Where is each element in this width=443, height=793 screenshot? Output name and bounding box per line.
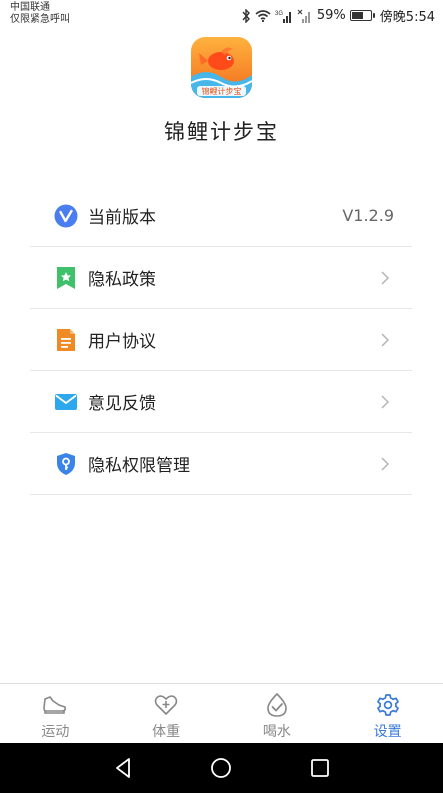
menu-item-label: 隐私权限管理 (88, 456, 190, 476)
shoe-icon (43, 696, 67, 714)
battery-icon (349, 10, 375, 21)
home-icon[interactable] (210, 757, 232, 779)
mail-icon (55, 394, 77, 410)
chevron-right-icon (381, 333, 390, 347)
heart-plus-icon (154, 695, 178, 715)
menu-item-version[interactable]: 当前版本 V1.2.9 (30, 185, 412, 247)
signal-3g-icon: 3G (275, 11, 291, 23)
shield-key-icon (57, 453, 75, 475)
status-icons: 3G 59% 傍晚5:54 (241, 6, 435, 25)
tab-label: 喝水 (262, 724, 291, 740)
tab-label: 运动 (41, 724, 70, 740)
privacy-policy-icon (57, 267, 75, 289)
version-value: V1.2.9 (342, 206, 394, 225)
chevron-right-icon (381, 271, 390, 285)
version-v-icon (54, 204, 78, 228)
gear-icon (376, 694, 399, 716)
document-icon (57, 329, 75, 351)
menu-item-user-agreement[interactable]: 用户协议 (30, 309, 412, 371)
network-badge: 3G (275, 11, 283, 17)
logo-text: 锦鲤计步宝 (202, 86, 242, 96)
tab-label: 体重 (152, 724, 181, 740)
emergency-only-text: 仅限紧急呼叫 (10, 14, 70, 25)
tab-drink-water[interactable]: 喝水 (222, 684, 333, 743)
tab-settings[interactable]: 设置 (332, 684, 443, 743)
bottom-tab-bar: 运动 体重 喝水 设置 (0, 683, 443, 743)
tab-label: 设置 (373, 724, 402, 740)
menu-item-label: 当前版本 (88, 208, 156, 228)
tab-weight[interactable]: 体重 (111, 684, 222, 743)
menu-item-feedback[interactable]: 意见反馈 (30, 371, 412, 433)
carrier-name: 中国联通 (10, 2, 50, 13)
tab-exercise[interactable]: 运动 (0, 684, 111, 743)
menu-item-label: 意见反馈 (88, 394, 156, 414)
status-bar: 中国联通 仅限紧急呼叫 3G 59% 傍晚5:54 (0, 0, 443, 30)
menu-item-label: 隐私政策 (88, 270, 156, 290)
chevron-right-icon (381, 395, 390, 409)
carrier-info: 中国联通 仅限紧急呼叫 (10, 2, 70, 26)
wifi-icon (255, 10, 271, 22)
bluetooth-icon (242, 8, 250, 23)
signal-no-sim-icon (297, 9, 310, 23)
menu-item-label: 用户协议 (88, 332, 156, 352)
system-navigation-bar (0, 743, 443, 793)
recents-icon[interactable] (309, 757, 331, 779)
app-logo: 锦鲤计步宝 (191, 37, 252, 98)
settings-menu: 当前版本 V1.2.9 隐私政策 用户协议 意见反馈 隐私权限管理 (30, 185, 412, 495)
status-time: 傍晚5:54 (379, 10, 435, 25)
koi-fish-logo-icon: 锦鲤计步宝 (191, 37, 252, 98)
app-name: 锦鲤计步宝 (164, 120, 279, 144)
battery-percent: 59% (316, 8, 346, 23)
chevron-right-icon (381, 457, 390, 471)
back-icon[interactable] (112, 757, 134, 779)
check-drop-icon (267, 692, 287, 717)
menu-item-permission-management[interactable]: 隐私权限管理 (30, 433, 412, 495)
menu-item-privacy-policy[interactable]: 隐私政策 (30, 247, 412, 309)
